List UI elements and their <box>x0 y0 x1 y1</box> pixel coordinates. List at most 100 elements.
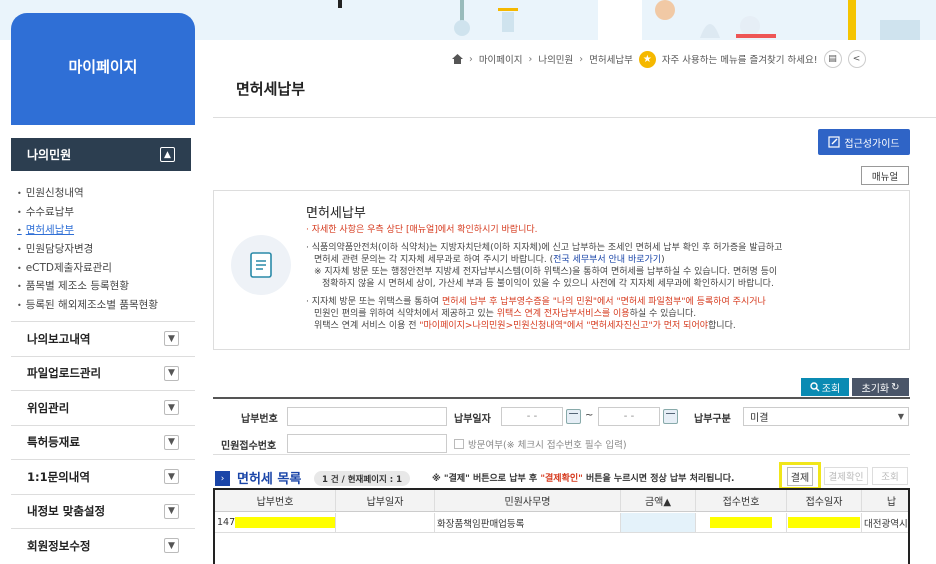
tax-table: 납부번호 납부일자 민원사무명 금액▲ 접수번호 접수일자 납 147 화장품책… <box>213 488 910 564</box>
sidebar-sub-item[interactable]: 민원신청내역 <box>17 184 158 203</box>
list-title: 면허세 목록 <box>237 472 302 487</box>
breadcrumb-separator: › <box>579 53 584 65</box>
chevron-down-icon[interactable]: ▼ <box>164 434 179 450</box>
redaction <box>788 517 860 528</box>
title-divider <box>213 117 936 118</box>
date-separator: ~ <box>585 410 594 421</box>
sidebar-menu: 나의보고내역 ▼ 파일업로드관리 ▼ 위임관리 ▼ 특허등재료 ▼ 1:1문의내역 ▼ 내… <box>11 321 195 563</box>
note-highlight: "결제확인" <box>540 474 583 484</box>
visit-checkbox[interactable] <box>454 439 464 449</box>
sidebar-menu-item[interactable]: 특허등재료 ▼ <box>11 424 195 460</box>
info-line: 위택스 연계 서비스 이용 전 "마이페이지>나의민원>민원신청내역"에서 "면… <box>314 321 736 331</box>
list-arrow-icon: › <box>215 471 230 486</box>
info-line: 민원인 편의를 위하여 식약처에서 제공하고 있는 위택스 연계 전자납부서비스… <box>314 309 697 319</box>
search-button[interactable]: 조회 <box>801 378 849 396</box>
document-icon <box>231 235 291 295</box>
col-header-sorted[interactable]: 금액▲ <box>621 490 696 511</box>
sidebar-menu-item[interactable]: 파일업로드관리 ▼ <box>11 355 195 391</box>
info-line: 정확하지 않을 시 면허세 상이, 가산세 부과 등 불이익이 있을 수 있으니… <box>322 279 774 289</box>
sidebar-current-label: 나의민원 <box>27 148 72 162</box>
breadcrumb-separator: › <box>528 53 533 65</box>
col-header[interactable]: 민원사무명 <box>435 490 621 511</box>
sidebar-current-section[interactable]: 나의민원 ▲ <box>11 138 191 171</box>
sidebar-menu-item[interactable]: 1:1문의내역 ▼ <box>11 459 195 494</box>
pay-confirm-button[interactable]: 결제확인 <box>824 467 868 485</box>
cell-region: 대전광역시 <box>862 513 908 532</box>
breadcrumb-separator: › <box>469 53 473 65</box>
chevron-down-icon[interactable]: ▼ <box>164 503 179 519</box>
breadcrumb-item[interactable]: 마이페이지 <box>479 52 523 66</box>
search-form: 납부번호 납부일자 - - ~ - - 납부구분 미결 ▼ 민원접수번호 방문여… <box>213 397 910 455</box>
pay-type-label: 납부구분 <box>694 414 731 425</box>
sidebar-menu-item[interactable]: 회원정보수정 ▼ <box>11 528 195 563</box>
accessibility-guide-button[interactable]: 접근성가이드 <box>818 129 910 155</box>
info-line: · 지자체 방문 또는 위택스를 통하여 면허세 납부 후 납부영수증을 "나의… <box>306 297 766 307</box>
date-from-input[interactable]: - - <box>501 407 563 426</box>
sidebar-sub-list: 민원신청내역 수수료납부 면허세납부 민원담당자변경 eCTD제출자료관리 품목… <box>17 184 158 315</box>
share-icon[interactable]: < <box>847 50 866 68</box>
table-row[interactable]: 147 화장품책임판매업등록 대전광역시 <box>215 513 908 533</box>
redaction <box>710 517 772 528</box>
calendar-icon[interactable] <box>663 409 678 424</box>
info-line: 면허세 관련 문의는 각 지자체 세무과로 하여 주시기 바랍니다. (전국 세… <box>314 255 665 265</box>
cell-affair: 화장품책임판매업등록 <box>435 513 621 532</box>
pay-date-label: 납부일자 <box>454 414 491 425</box>
dropdown-arrow-icon: ▼ <box>897 412 904 421</box>
reset-button[interactable]: 초기화 ↻ <box>852 378 909 396</box>
chevron-down-icon[interactable]: ▼ <box>164 331 179 347</box>
info-line: · 자세한 사항은 우측 상단 [매뉴얼]에서 확인하시기 바랍니다. <box>306 225 538 235</box>
edit-icon <box>828 136 840 148</box>
table-header: 납부번호 납부일자 민원사무명 금액▲ 접수번호 접수일자 납 <box>215 490 908 512</box>
cell-pay-date <box>336 513 435 532</box>
lab-flask-icon <box>454 0 518 36</box>
chevron-down-icon[interactable]: ▼ <box>164 469 179 485</box>
info-body: · 자세한 사항은 우측 상단 [매뉴얼]에서 확인하시기 바랍니다. · 식품… <box>306 224 896 332</box>
sidebar-title: 마이페이지 <box>11 13 195 125</box>
cell-amount <box>621 513 696 532</box>
sidebar-sub-item[interactable]: 민원담당자변경 <box>17 240 158 259</box>
chevron-down-icon[interactable]: ▼ <box>164 365 179 381</box>
col-header[interactable]: 납 <box>862 490 908 511</box>
query-button[interactable]: 조회 <box>872 467 908 485</box>
calendar-icon[interactable] <box>566 409 581 424</box>
sidebar-sub-item[interactable]: 품목별 제조소 등록현황 <box>17 277 158 296</box>
pay-type-select[interactable]: 미결 ▼ <box>743 407 909 426</box>
date-to-input[interactable]: - - <box>598 407 660 426</box>
star-icon[interactable]: ★ <box>638 50 656 68</box>
breadcrumb-item[interactable]: 나의민원 <box>538 52 573 66</box>
col-header[interactable]: 접수번호 <box>696 490 787 511</box>
illustration-icon <box>338 0 342 8</box>
info-title: 면허세납부 <box>306 206 366 221</box>
col-header[interactable]: 납부일자 <box>336 490 435 511</box>
sidebar-menu-item[interactable]: 내정보 맞춤설정 ▼ <box>11 493 195 529</box>
receipt-no-label: 민원접수번호 <box>221 441 277 452</box>
sidebar-sub-item-active[interactable]: 면허세납부 <box>17 221 158 240</box>
sidebar-sub-item[interactable]: 등록된 해외제조소별 품목현황 <box>17 296 158 315</box>
sidebar-sub-item[interactable]: 수수료납부 <box>17 203 158 222</box>
sidebar-menu-item[interactable]: 위임관리 ▼ <box>11 390 195 425</box>
col-header[interactable]: 접수일자 <box>787 490 862 511</box>
info-line: ※ 지자체 방문 또는 행정안전부 지방세 전자납부시스템(이하 위택스)을 통… <box>314 267 778 277</box>
pay-button[interactable]: 결제 <box>779 462 821 490</box>
receipt-no-input[interactable] <box>287 434 447 453</box>
breadcrumb-item[interactable]: 면허세납부 <box>589 52 633 66</box>
manual-button[interactable]: 매뉴얼 <box>861 166 909 185</box>
tax-office-link[interactable]: 전국 세무부서 안내 바로가기 <box>553 255 661 265</box>
page-title: 면허세납부 <box>236 80 306 98</box>
chevron-down-icon[interactable]: ▼ <box>164 538 179 554</box>
pay-no-input[interactable] <box>287 407 447 426</box>
chevron-up-icon[interactable]: ▲ <box>160 147 175 162</box>
list-count-badge: 1 건 / 현재페이지 : 1 <box>314 471 411 486</box>
sidebar-menu-item[interactable]: 나의보고내역 ▼ <box>11 321 195 356</box>
search-icon <box>810 382 820 392</box>
print-icon[interactable]: ▤ <box>823 50 842 68</box>
sidebar-sub-item[interactable]: eCTD제출자료관리 <box>17 259 158 278</box>
home-icon[interactable] <box>452 54 463 64</box>
cell-pay-no: 147 <box>215 513 336 532</box>
col-header[interactable]: 납부번호 <box>215 490 336 511</box>
info-box: 면허세납부 · 자세한 사항은 우측 상단 [매뉴얼]에서 확인하시기 바랍니다… <box>213 190 910 350</box>
cell-receipt-date <box>787 513 862 532</box>
redaction <box>235 517 335 528</box>
lab-equipment-icon <box>700 0 920 40</box>
chevron-down-icon[interactable]: ▼ <box>164 400 179 416</box>
